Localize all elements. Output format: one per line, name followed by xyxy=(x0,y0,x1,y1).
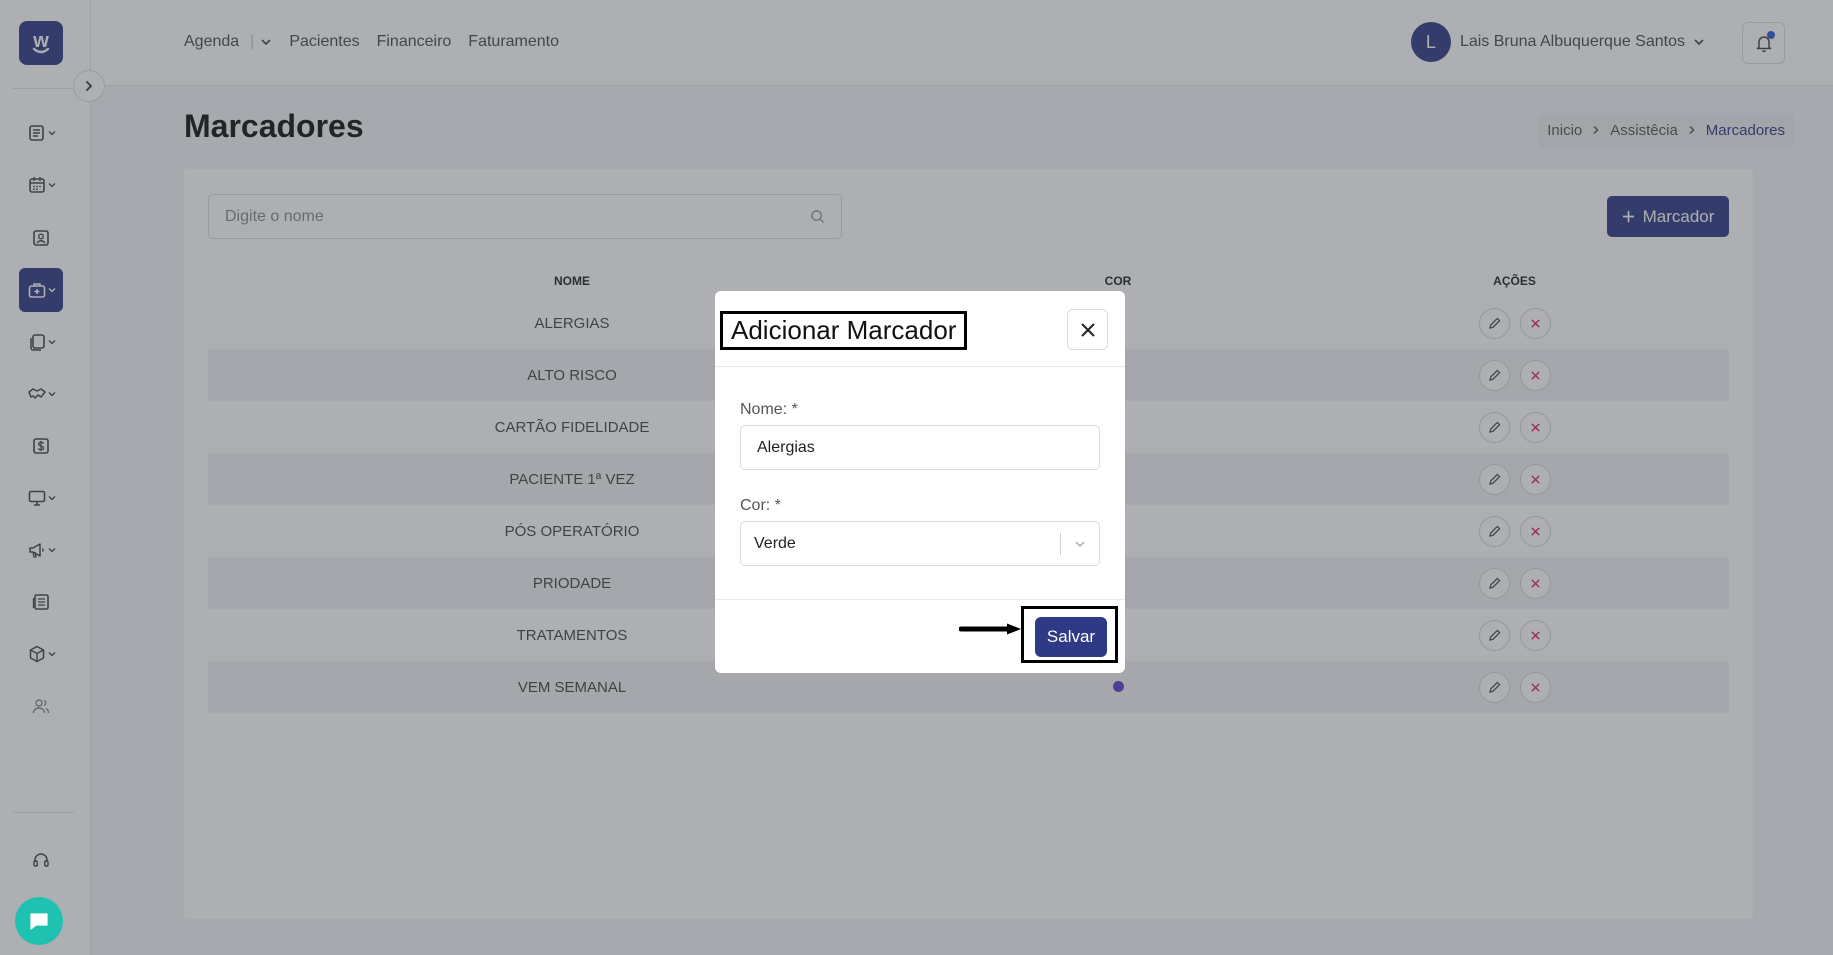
name-field xyxy=(740,425,1100,470)
name-field-label: Nome: * xyxy=(740,401,798,418)
save-button[interactable]: Salvar xyxy=(1035,617,1107,657)
name-input[interactable] xyxy=(741,438,1099,457)
modal-footer: Salvar xyxy=(715,599,1125,673)
add-marker-modal: Adicionar Marcador Nome: * Cor: * Verde … xyxy=(715,291,1125,673)
color-select[interactable]: Verde xyxy=(740,521,1100,566)
select-caret xyxy=(1061,538,1099,550)
chat-icon xyxy=(30,913,48,930)
color-select-value: Verde xyxy=(754,534,796,552)
modal-header: Adicionar Marcador xyxy=(715,291,1125,367)
close-icon xyxy=(1080,322,1095,337)
modal-title: Adicionar Marcador xyxy=(720,311,968,350)
chat-button[interactable] xyxy=(15,897,63,945)
chevron-down-icon xyxy=(1075,540,1085,547)
close-button[interactable] xyxy=(1067,309,1108,350)
arrow-annotation-icon xyxy=(959,623,1021,635)
color-field-label: Cor: * xyxy=(740,497,781,514)
